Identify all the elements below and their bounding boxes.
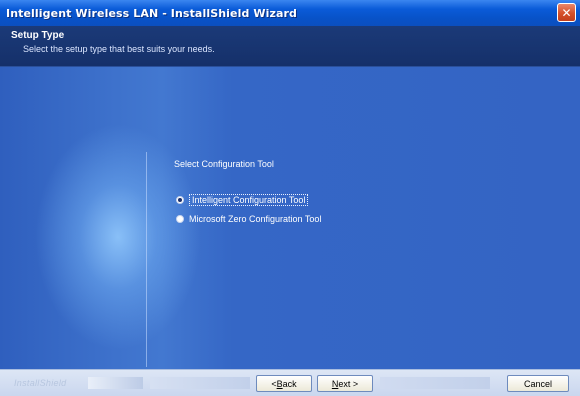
installer-window: Intelligent Wireless LAN - InstallShield… [0, 0, 580, 396]
option-intelligent-configuration-tool[interactable]: Intelligent Configuration Tool [176, 194, 309, 206]
close-button[interactable]: ✕ [557, 3, 576, 22]
footer-separator [88, 377, 143, 389]
next-label: ext > [338, 378, 359, 389]
installshield-brand: InstallShield [14, 378, 67, 388]
option-label: Microsoft Zero Configuration Tool [189, 214, 322, 224]
footer-separator [380, 377, 490, 389]
option-microsoft-zero-configuration-tool[interactable]: Microsoft Zero Configuration Tool [176, 214, 321, 224]
page-title: Setup Type [11, 30, 65, 41]
configuration-tool-label: Select Configuration Tool [174, 159, 274, 169]
page-subtitle: Select the setup type that best suits yo… [23, 44, 215, 54]
option-label: Intelligent Configuration Tool [189, 194, 309, 206]
cancel-label: Cancel [523, 378, 552, 389]
wizard-footer: InstallShield < Back Next > Cancel [0, 369, 580, 396]
radio-unselected-icon[interactable] [176, 215, 184, 223]
footer-separator [150, 377, 250, 389]
wizard-body: Select Configuration Tool Intelligent Co… [0, 67, 580, 369]
close-icon: ✕ [561, 5, 572, 20]
cancel-button[interactable]: Cancel [507, 375, 569, 392]
window-title: Intelligent Wireless LAN - InstallShield… [6, 6, 297, 20]
back-button[interactable]: < Back [256, 375, 312, 392]
title-bar[interactable]: Intelligent Wireless LAN - InstallShield… [0, 0, 580, 26]
wizard-header: Setup Type Select the setup type that be… [0, 26, 580, 67]
back-label: ack [282, 378, 297, 389]
radio-selected-icon[interactable] [176, 196, 184, 204]
vertical-divider [146, 152, 147, 367]
next-button[interactable]: Next > [317, 375, 373, 392]
